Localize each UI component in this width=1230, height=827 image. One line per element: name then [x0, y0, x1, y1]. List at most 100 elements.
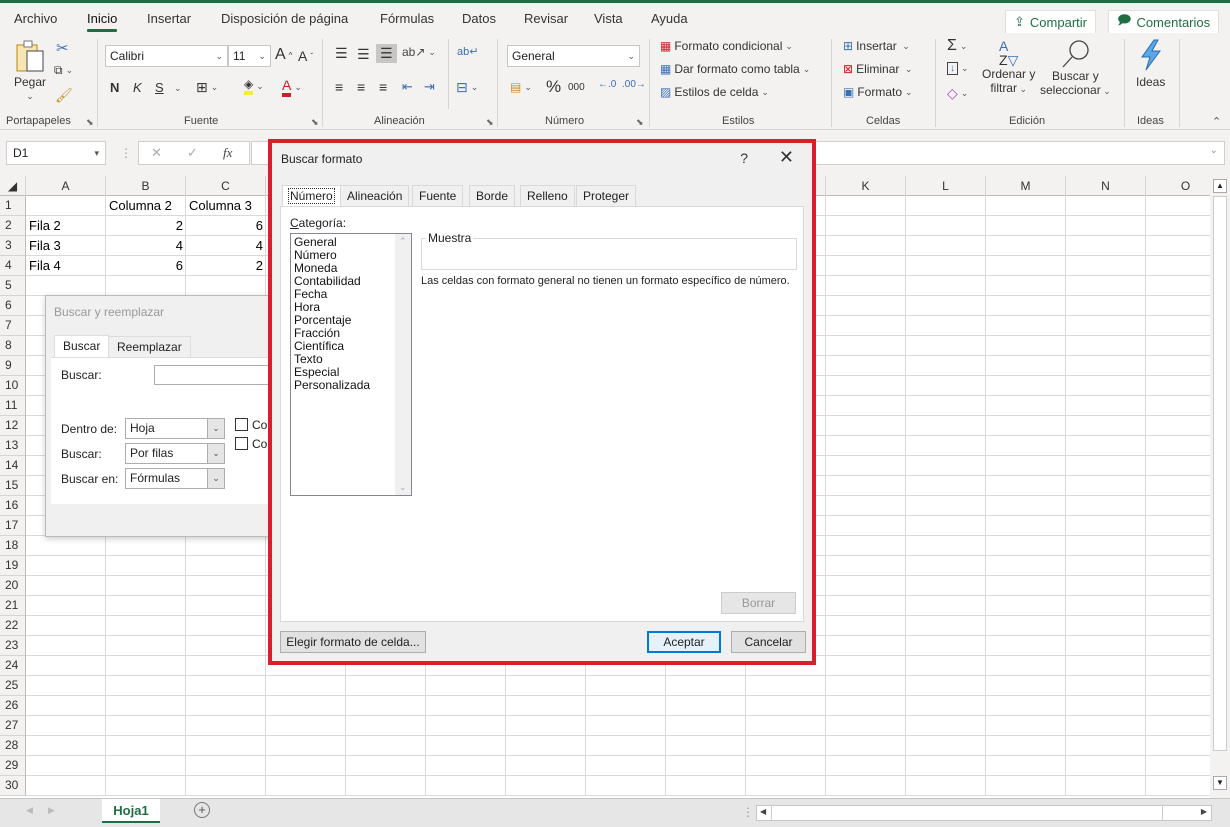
format-as-table-button[interactable]: ▦ Dar formato como tabla ⌄: [660, 62, 810, 76]
cancel-button[interactable]: Cancelar: [731, 631, 806, 653]
enter-icon[interactable]: ✓: [187, 145, 198, 161]
row-header[interactable]: 11: [0, 396, 26, 416]
row-header[interactable]: 5: [0, 276, 26, 296]
cell-b2[interactable]: 2: [106, 216, 186, 236]
row-header[interactable]: 22: [0, 616, 26, 636]
dialog-launcher-icon[interactable]: ⬊: [486, 117, 494, 128]
row-header[interactable]: 30: [0, 776, 26, 796]
tab-proteger[interactable]: Proteger: [576, 185, 637, 206]
horizontal-scroll-thumb[interactable]: [771, 806, 1163, 820]
autosum-button[interactable]: Σ ⌄: [947, 37, 967, 55]
collapse-ribbon-icon[interactable]: ⌃: [1212, 115, 1221, 128]
share-button[interactable]: ⇪ Compartir: [1005, 10, 1096, 34]
percent-button[interactable]: %: [546, 77, 561, 97]
tab-revisar[interactable]: Revisar: [524, 11, 568, 26]
dialog-launcher-icon[interactable]: ⬊: [311, 117, 319, 128]
row-header[interactable]: 13: [0, 436, 26, 456]
row-header[interactable]: 29: [0, 756, 26, 776]
horizontal-scrollbar[interactable]: ◀ ▶: [756, 805, 1212, 821]
align-left-icon[interactable]: ≡: [335, 79, 343, 95]
copy-button[interactable]: ⧉ ⌄: [54, 63, 73, 78]
scroll-up-icon[interactable]: ⌃: [399, 236, 407, 247]
tab-insertar[interactable]: Insertar: [147, 11, 191, 26]
tab-fuente[interactable]: Fuente: [412, 185, 464, 206]
column-header[interactable]: L: [906, 176, 986, 196]
wrap-text-icon[interactable]: ab↵: [457, 45, 478, 58]
row-header[interactable]: 8: [0, 336, 26, 356]
tab-formulas[interactable]: Fórmulas: [380, 11, 434, 26]
format-cells-button[interactable]: ▣ Formato ⌄: [843, 85, 913, 99]
row-header[interactable]: 3: [0, 236, 26, 256]
dialog-launcher-icon[interactable]: ⬊: [86, 117, 94, 128]
borders-button[interactable]: ⊞ ⌄: [196, 79, 218, 96]
cut-icon[interactable]: ✂: [56, 39, 69, 57]
row-header[interactable]: 28: [0, 736, 26, 756]
row-header[interactable]: 7: [0, 316, 26, 336]
increase-decimal-icon[interactable]: ←.0: [598, 79, 616, 90]
match-case-checkbox[interactable]: [235, 418, 248, 431]
row-header[interactable]: 26: [0, 696, 26, 716]
split-handle-icon[interactable]: ⋮: [742, 805, 754, 819]
accounting-format-button[interactable]: ▤ ⌄: [510, 80, 532, 94]
ideas-button[interactable]: Ideas: [1136, 39, 1165, 89]
row-header[interactable]: 6: [0, 296, 26, 316]
align-right-icon[interactable]: ≡: [379, 79, 387, 95]
tab-relleno[interactable]: Relleno: [520, 185, 575, 206]
vertical-scrollbar[interactable]: ▲ ▼: [1210, 176, 1230, 798]
prev-sheet-icon[interactable]: ◀: [26, 805, 33, 816]
row-header[interactable]: 10: [0, 376, 26, 396]
paste-button[interactable]: Pegar ⌄: [14, 39, 46, 102]
tab-ayuda[interactable]: Ayuda: [651, 11, 688, 26]
tab-reemplazar[interactable]: Reemplazar: [108, 336, 191, 358]
row-header[interactable]: 4: [0, 256, 26, 276]
row-header[interactable]: 20: [0, 576, 26, 596]
conditional-format-button[interactable]: ▦ Formato condicional ⌄: [660, 39, 793, 53]
cell-c1[interactable]: Columna 3: [186, 196, 266, 216]
decrease-decimal-icon[interactable]: .00→: [622, 79, 646, 90]
column-header[interactable]: N: [1066, 176, 1146, 196]
help-icon[interactable]: ?: [740, 150, 748, 166]
cell-c4[interactable]: 2: [186, 256, 266, 276]
name-box[interactable]: D1 ▾: [6, 141, 106, 165]
insert-function-icon[interactable]: fx: [223, 145, 232, 161]
insert-cells-button[interactable]: ⊞ Insertar ⌄: [843, 39, 910, 53]
next-sheet-icon[interactable]: ▶: [48, 805, 55, 816]
tab-vista[interactable]: Vista: [594, 11, 623, 26]
row-header[interactable]: 2: [0, 216, 26, 236]
column-header[interactable]: B: [106, 176, 186, 196]
tab-datos[interactable]: Datos: [462, 11, 496, 26]
column-header[interactable]: A: [26, 176, 106, 196]
cell-b3[interactable]: 4: [106, 236, 186, 256]
cell-a3[interactable]: Fila 3: [26, 236, 106, 256]
cell-a4[interactable]: Fila 4: [26, 256, 106, 276]
font-color-button[interactable]: A ⌄: [282, 77, 302, 97]
merge-center-button[interactable]: ⊟ ⌄: [456, 79, 478, 96]
column-header[interactable]: K: [826, 176, 906, 196]
find-select-button[interactable]: Buscar y seleccionar ⌄: [1040, 39, 1111, 97]
row-header[interactable]: 14: [0, 456, 26, 476]
cell-b1[interactable]: Columna 2: [106, 196, 186, 216]
row-header[interactable]: 17: [0, 516, 26, 536]
number-format-combo[interactable]: General ⌄: [507, 45, 640, 67]
tab-inicio[interactable]: Inicio: [87, 11, 118, 32]
row-header[interactable]: 9: [0, 356, 26, 376]
scroll-left-icon[interactable]: ◀: [760, 807, 766, 816]
close-icon[interactable]: ✕: [779, 147, 794, 168]
orientation-button[interactable]: ab↗ ⌄: [402, 45, 436, 59]
row-header[interactable]: 27: [0, 716, 26, 736]
cell-c2[interactable]: 6: [186, 216, 266, 236]
align-bottom-icon[interactable]: ☰: [376, 44, 397, 63]
tab-borde[interactable]: Borde: [469, 185, 516, 206]
decrease-indent-icon[interactable]: ⇤: [402, 79, 413, 95]
row-header[interactable]: 1: [0, 196, 26, 216]
chevron-down-icon[interactable]: ⌄: [174, 83, 182, 94]
row-header[interactable]: 18: [0, 536, 26, 556]
tab-disposicion[interactable]: Disposición de página: [221, 11, 348, 26]
increase-indent-icon[interactable]: ⇥: [424, 79, 435, 95]
tab-alineacion[interactable]: Alineación: [340, 185, 410, 206]
expand-formula-icon[interactable]: ⌄: [1210, 145, 1218, 156]
dialog-launcher-icon[interactable]: ⬊: [636, 117, 644, 128]
column-header[interactable]: M: [986, 176, 1066, 196]
decrease-font-button[interactable]: Aˇ: [298, 48, 313, 64]
clear-button[interactable]: Borrar: [721, 592, 796, 614]
